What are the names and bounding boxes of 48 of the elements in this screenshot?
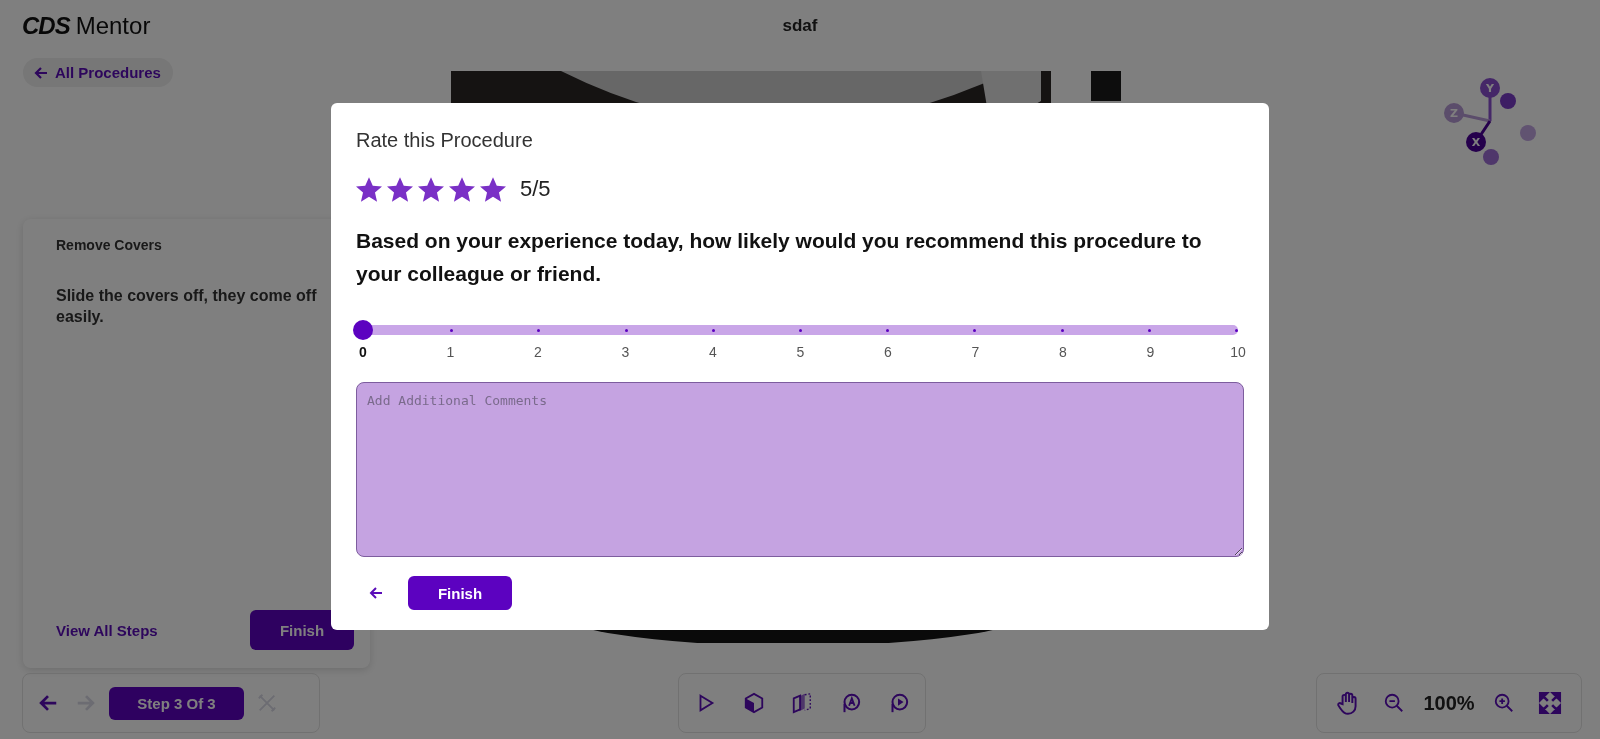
question-text: Based on your experience today, how likely would you recommend this procedure to your colleague or friend.: [356, 228, 1203, 287]
zoom-level: 100%: [1423, 691, 1475, 715]
tick-dot: [1234, 328, 1238, 332]
zoom-out-icon: [1383, 692, 1406, 714]
view-all-steps-link[interactable]: View All Steps: [56, 621, 158, 639]
step-description: Slide the covers off, they come off easily.: [56, 286, 318, 327]
logo-mark: CDS: [22, 12, 70, 40]
logo-text: Mentor: [75, 12, 151, 40]
tick-dot: [973, 328, 977, 332]
finish-button[interactable]: Finish: [250, 610, 354, 650]
tick-label: 4: [708, 344, 718, 360]
star-icon[interactable]: [387, 176, 413, 202]
cube-icon: [743, 692, 765, 714]
rating-value: 5/5: [520, 176, 551, 202]
tick-label: 10: [1229, 344, 1247, 360]
tick-label: 1: [445, 344, 456, 360]
star-icon[interactable]: [356, 176, 382, 202]
tick-label: 6: [883, 344, 893, 360]
tick-dot: [886, 328, 890, 332]
procedure-title: sdaf: [782, 16, 818, 36]
star-icon[interactable]: [418, 176, 444, 202]
zoom-in-icon: [1492, 692, 1515, 714]
slider-thumb[interactable]: [353, 320, 373, 340]
tick-dot: [450, 328, 454, 332]
star-icon[interactable]: [480, 176, 506, 202]
tick-dot: [1060, 328, 1064, 332]
step-title: Remove Covers: [56, 237, 163, 253]
dialog-title: Rate this Procedure: [356, 129, 534, 152]
tick-label: 5: [795, 344, 806, 360]
tick-label: 8: [1058, 344, 1068, 360]
tick-label: 0: [358, 344, 368, 360]
comments-field[interactable]: Add Additional Comments: [356, 382, 1244, 557]
back-link[interactable]: All Procedures: [23, 58, 173, 87]
tick-label: 2: [533, 344, 543, 360]
tick-label: 3: [620, 344, 631, 360]
tick-dot: [1147, 328, 1151, 332]
tick-label: 9: [1145, 344, 1156, 360]
finish-button[interactable]: Finish: [408, 576, 512, 610]
tick-dot: [798, 328, 802, 332]
arrow-left-icon: [368, 585, 384, 601]
layers-icon: [791, 692, 813, 714]
tick-label: 7: [970, 344, 981, 360]
star-icon[interactable]: [449, 176, 475, 202]
tick-dot: [537, 328, 541, 332]
tick-dot: [711, 328, 715, 332]
arrow-left-icon: [33, 64, 49, 81]
tick-dot: [624, 328, 628, 332]
step-counter: Step 3 Of 3: [109, 686, 244, 720]
